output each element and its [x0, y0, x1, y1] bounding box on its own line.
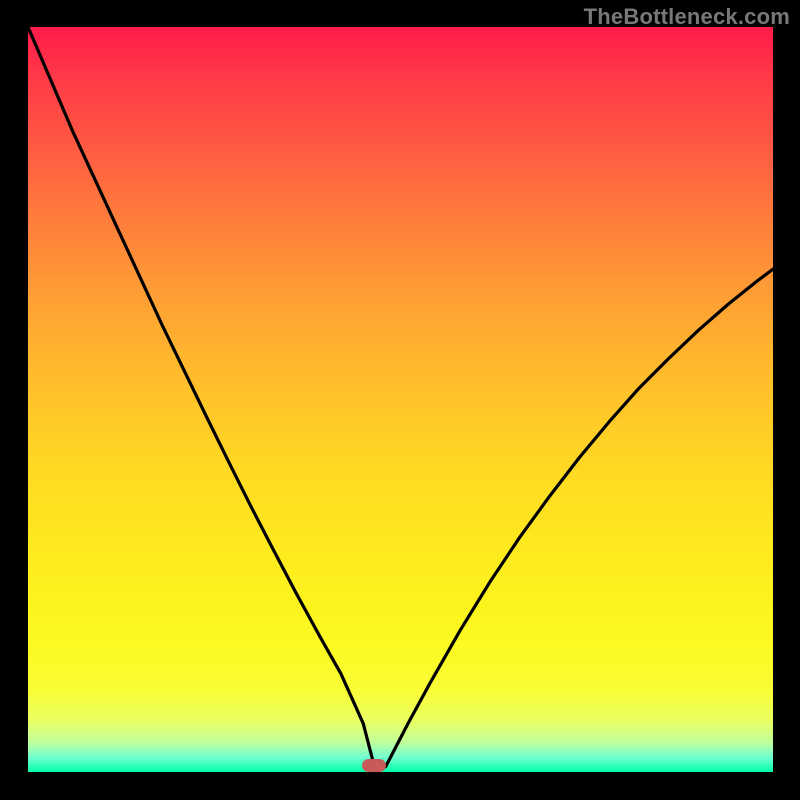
watermark-text: TheBottleneck.com	[584, 4, 790, 30]
minimum-marker	[362, 759, 386, 772]
chart-area	[28, 27, 773, 772]
bottleneck-curve	[28, 27, 773, 772]
